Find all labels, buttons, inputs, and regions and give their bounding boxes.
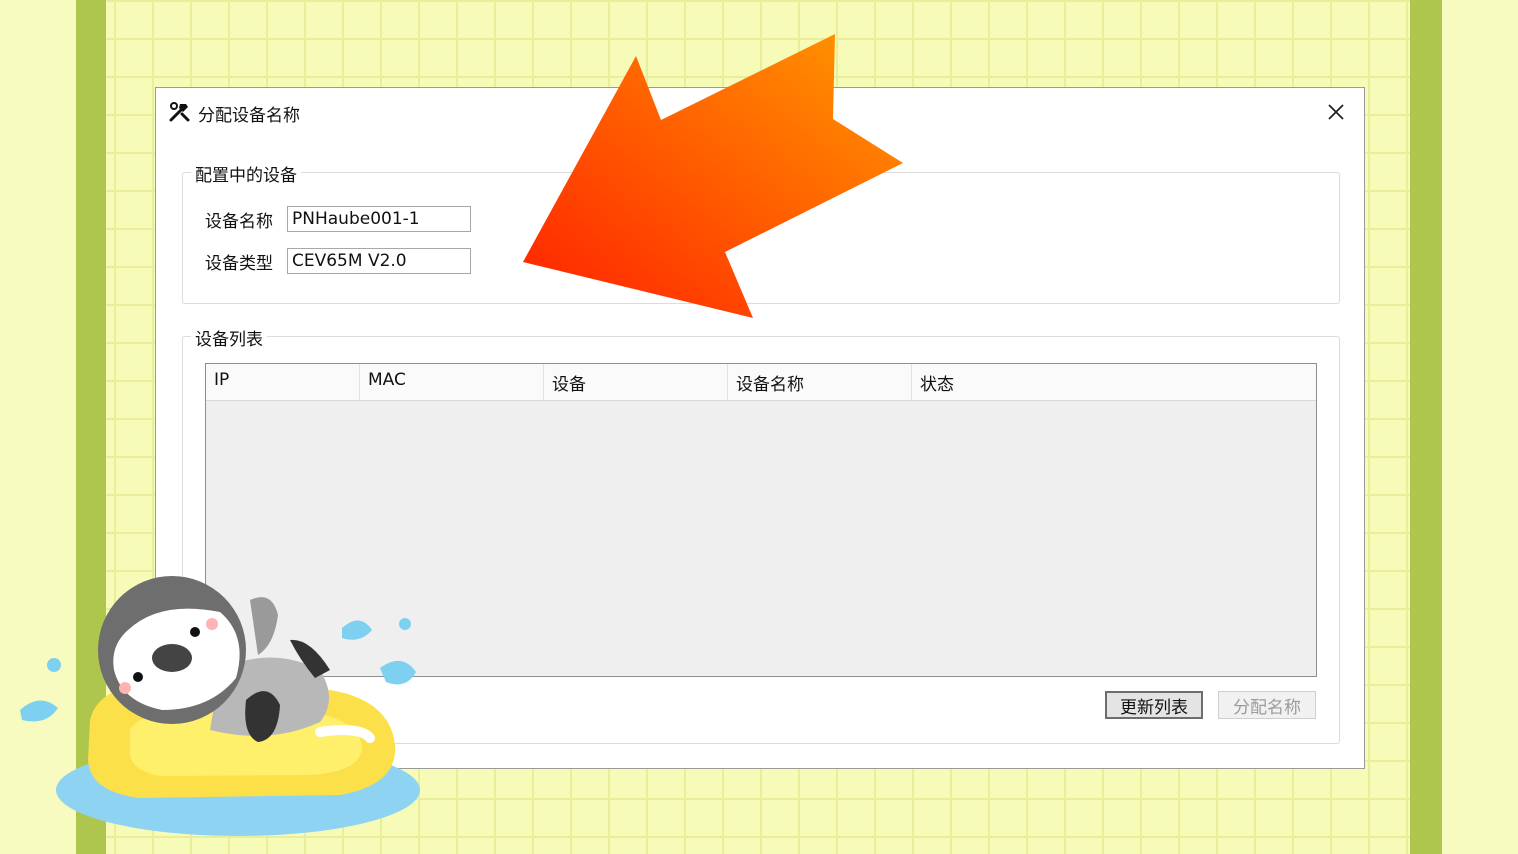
pointer-arrow-graphic bbox=[523, 34, 903, 318]
column-header-device-name[interactable]: 设备名称 bbox=[728, 364, 912, 400]
device-name-label: 设备名称 bbox=[205, 212, 273, 232]
refresh-list-button[interactable]: 更新列表 bbox=[1105, 691, 1203, 719]
background-margin-right bbox=[1442, 0, 1518, 854]
column-header-status[interactable]: 状态 bbox=[912, 364, 1316, 400]
device-list-legend: 设备列表 bbox=[191, 325, 267, 350]
column-header-device[interactable]: 设备 bbox=[544, 364, 728, 400]
column-header-ip[interactable]: IP bbox=[206, 364, 360, 400]
configuring-device-legend: 配置中的设备 bbox=[191, 161, 301, 186]
device-type-field[interactable]: CEV65M V2.0 bbox=[287, 248, 471, 274]
tools-icon bbox=[168, 100, 192, 124]
table-header: IP MAC 设备 设备名称 状态 bbox=[206, 364, 1316, 401]
dialog-title: 分配设备名称 bbox=[198, 106, 300, 126]
penguin-sticker bbox=[20, 576, 420, 836]
device-type-label: 设备类型 bbox=[205, 254, 273, 274]
close-button[interactable] bbox=[1322, 98, 1350, 126]
assign-name-button[interactable]: 分配名称 bbox=[1218, 691, 1316, 719]
device-name-field[interactable]: PNHaube001-1 bbox=[287, 206, 471, 232]
close-icon bbox=[1328, 104, 1344, 120]
decorative-stripe-right bbox=[1410, 0, 1442, 854]
column-header-mac[interactable]: MAC bbox=[360, 364, 544, 400]
